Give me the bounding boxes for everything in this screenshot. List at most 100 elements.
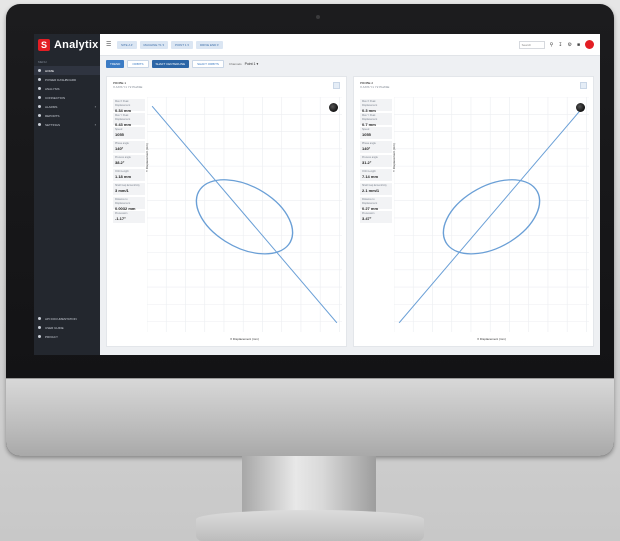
search-icon[interactable]: ⚲ <box>550 42 554 48</box>
sidebar-item-privacy[interactable]: PRIVACY <box>34 332 100 341</box>
stat-card: Max X Peak Displacement 0.34 mm <box>113 99 145 113</box>
sidebar-item-label: SETTINGS <box>45 122 61 127</box>
stat-card: Precession -1.17° <box>113 211 145 223</box>
hamburger-menu-icon[interactable]: ☰ <box>106 41 114 48</box>
stat-card: Phase angle 140° <box>113 141 145 153</box>
panel-subtitle: X AXIS Y1 Y2 PHASE <box>113 85 143 89</box>
x-axis-label: X Displacement (mm) <box>230 337 259 341</box>
sidebar-item-power-dashboard[interactable]: POWER DASHBOARD <box>34 75 100 84</box>
search-input[interactable]: Search <box>518 40 545 49</box>
nav-icon <box>38 87 41 90</box>
stat-card: Phase angle 140° <box>360 141 392 153</box>
panel-subtitle: X AXIS Y1 Y2 PHASE <box>360 85 390 89</box>
orbit-axis-line <box>151 105 338 324</box>
filter-chip[interactable]: SITE A ▾ <box>117 40 137 49</box>
orbit-ellipse <box>442 179 541 255</box>
sidebar-item-label: HOME <box>45 68 54 73</box>
nav-icon <box>38 317 41 320</box>
orbit-panel: PROBE 2X AXIS Y1 Y2 PHASE Max X Peak Disp… <box>353 76 594 347</box>
sidebar: S Analytix MENU HOME POWER DASHBOARD ANALY… <box>34 34 100 355</box>
shaft-orbits-button[interactable]: SHAFT ORBITS <box>192 60 224 68</box>
stat-card: Distance to Displacement 0.27 mm <box>360 197 392 211</box>
sidebar-item-settings[interactable]: SETTINGS › <box>34 120 100 129</box>
shaft-centerline-button[interactable]: SHAFT CENTERLINE <box>151 60 190 68</box>
stat-value: 1055 <box>362 132 371 137</box>
stat-card: Shaft Gap Eccentricity 2.1 mm/1 <box>360 183 392 195</box>
sidebar-nav: HOME POWER DASHBOARD ANALYSIS CONNECTION ALA… <box>34 66 100 129</box>
monitor-chin <box>6 378 614 456</box>
monitor-base <box>196 510 424 541</box>
stat-value: 3 mm/1 <box>115 188 129 193</box>
nav-icon <box>38 96 41 99</box>
sidebar-item-label: PRIVACY <box>45 334 58 339</box>
sidebar-item-alarms[interactable]: ALARMS › <box>34 102 100 111</box>
stat-label: Max Y Peak Displacement <box>362 114 378 121</box>
orbit-panels: PROBE 1X AXIS Y1 Y2 PHASE Max X Peak Disp… <box>100 72 600 355</box>
orbits-button[interactable]: ORBITS <box>127 60 149 68</box>
expand-icon[interactable] <box>580 82 587 89</box>
stat-card: Max Y Peak Displacement 0.43 mm <box>113 113 145 127</box>
nav-icon <box>38 105 41 108</box>
nav-icon <box>38 326 41 329</box>
stat-card: Precess angle 38.2° <box>113 155 145 167</box>
filter-chip[interactable]: POINT 1 ▾ <box>170 40 193 49</box>
channel-select[interactable]: Point 1 ▾ <box>245 62 259 66</box>
notification-icon[interactable]: ■ <box>577 42 580 48</box>
stat-card: Max Y Peak Displacement 0.7 mm <box>360 113 392 127</box>
stat-value: 1.18 mm <box>115 174 132 179</box>
sidebar-item-user-guide[interactable]: USER GUIDE <box>34 323 100 332</box>
stat-label: Max X Peak Displacement <box>115 100 131 107</box>
app-name: Analytix <box>54 39 99 51</box>
settings-icon[interactable]: ⚙ <box>567 42 571 48</box>
channels-label: Channels <box>228 62 242 66</box>
x-axis-label: X Displacement (mm) <box>477 337 506 341</box>
stat-card: Precess angle 31.2° <box>360 155 392 167</box>
sidebar-item-connection[interactable]: CONNECTION <box>34 93 100 102</box>
stat-value: 7.14 mm <box>362 174 379 179</box>
stat-card: Speed 1055 <box>360 127 392 139</box>
sidebar-item-label: ANALYSIS <box>45 86 60 91</box>
stats-list: Max X Peak Displacement 0.34 mm Max Y Peak… <box>113 99 145 225</box>
sidebar-item-home[interactable]: HOME <box>34 66 100 75</box>
stat-value: 140° <box>362 146 371 151</box>
view-toolbar: TREND ORBITS SHAFT CENTERLINE SHAFT ORBI… <box>100 56 600 72</box>
orbit-chart <box>394 97 589 332</box>
orbit-ellipse <box>195 179 294 255</box>
stat-value: 38.2° <box>115 160 125 165</box>
nav-icon <box>38 335 41 338</box>
filter-chip[interactable]: MACHINE T1 ▾ <box>139 40 168 49</box>
stat-label: Max Y Peak Displacement <box>115 114 131 121</box>
sidebar-footer-nav: API DOCUMENTATION USER GUIDE PRIVACY <box>34 314 100 341</box>
stat-label: Distance to Displacement <box>362 198 378 205</box>
sidebar-item-label: API DOCUMENTATION <box>45 316 77 321</box>
orbit-plot <box>147 97 342 332</box>
speed-knob-icon <box>329 103 338 112</box>
sidebar-item-label: CONNECTION <box>45 95 66 100</box>
camera-dot <box>316 15 320 19</box>
stat-value: 1055 <box>115 132 124 137</box>
chevron-right-icon: › <box>94 122 96 127</box>
stat-card: Distance to Displacement 0.0032 mm <box>113 197 145 211</box>
user-avatar[interactable] <box>585 40 594 49</box>
stat-card: Precession 3.47° <box>360 211 392 223</box>
sidebar-item-reports[interactable]: REPORTS <box>34 111 100 120</box>
orbit-plot <box>394 97 589 332</box>
expand-icon[interactable] <box>333 82 340 89</box>
logo-icon: S <box>38 39 50 51</box>
stat-label: Max X Peak Displacement <box>362 100 378 107</box>
sidebar-item-api-documentation[interactable]: API DOCUMENTATION <box>34 314 100 323</box>
chevron-right-icon: › <box>94 104 96 109</box>
download-icon[interactable]: ↧ <box>558 42 562 48</box>
sidebar-item-analysis[interactable]: ANALYSIS <box>34 84 100 93</box>
sidebar-item-label: ALARMS <box>45 104 58 109</box>
filter-chip[interactable]: DRIVE END ▾ <box>195 40 223 49</box>
y-axis-label: Y Displacement (mm) <box>392 143 396 172</box>
stat-value: 31.2° <box>362 160 372 165</box>
trend-button[interactable]: TREND <box>106 60 125 68</box>
nav-icon <box>38 123 41 126</box>
orbit-panel: PROBE 1X AXIS Y1 Y2 PHASE Max X Peak Disp… <box>106 76 347 347</box>
y-axis-label: Y Displacement (mm) <box>145 143 149 172</box>
stat-card: Orbit Length 7.14 mm <box>360 169 392 181</box>
app-logo[interactable]: S Analytix <box>34 34 100 56</box>
top-bar: ☰ SITE A ▾ MACHINE T1 ▾ POINT 1 ▾ DRIVE END… <box>100 34 600 56</box>
